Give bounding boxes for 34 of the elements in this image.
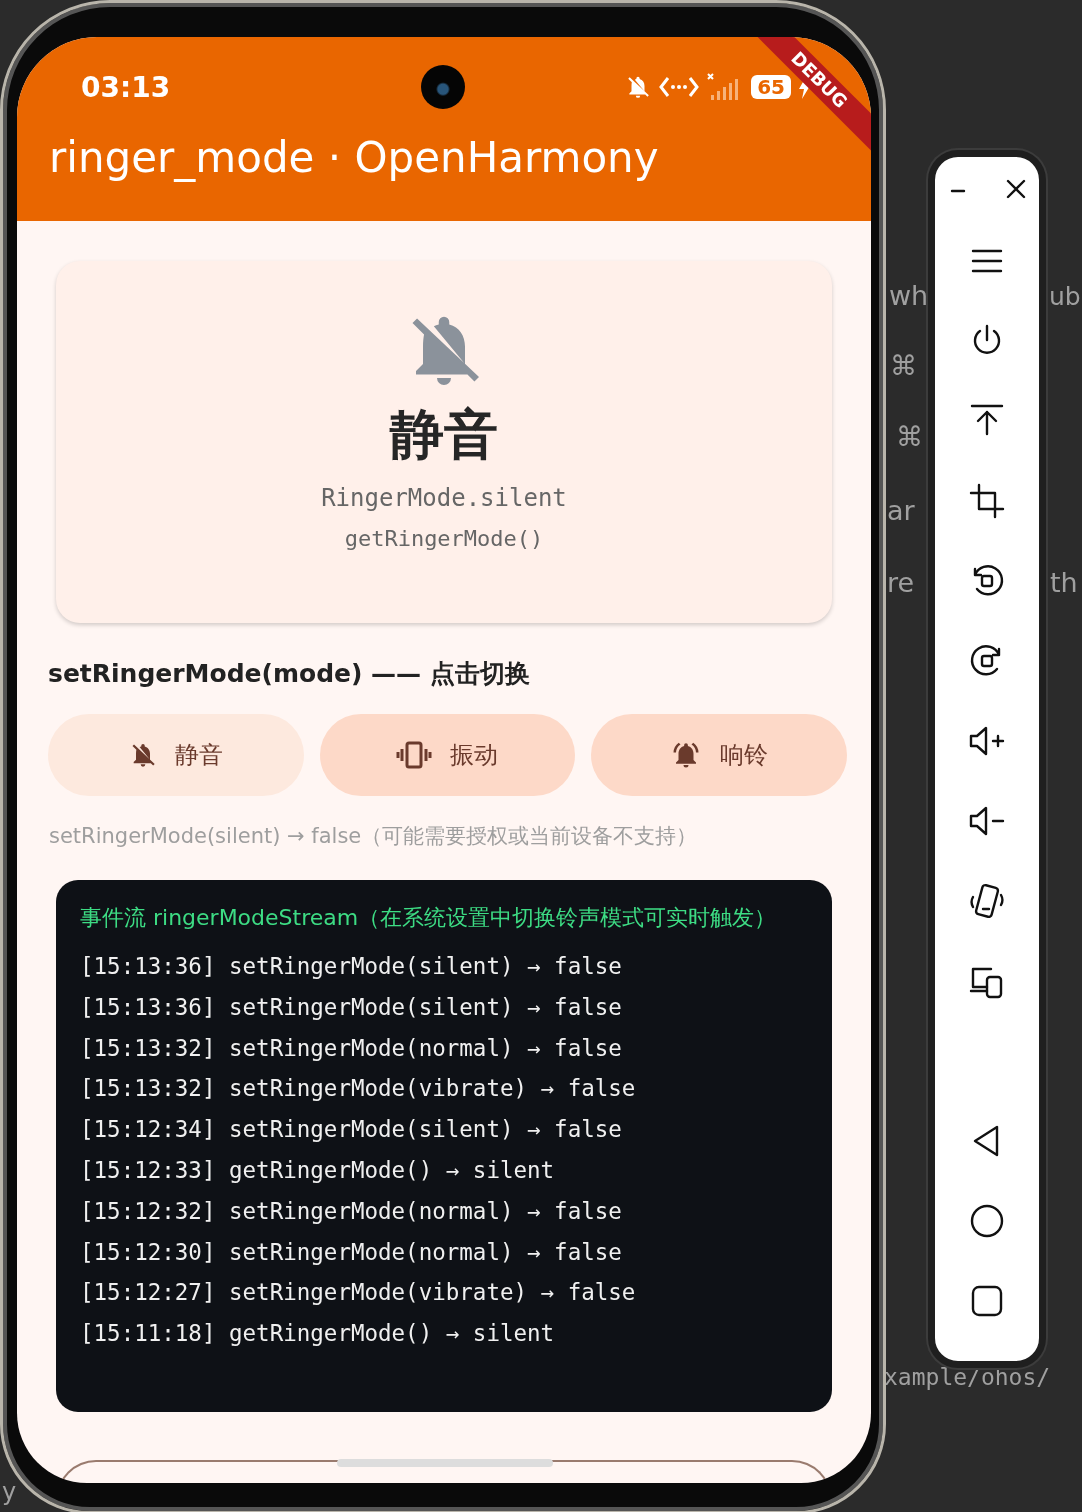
- editor-text: xample/ohos/: [884, 1364, 1051, 1390]
- code-icon: [659, 74, 700, 100]
- log-line: [15:12:34] setRingerMode(silent) → false: [80, 1115, 623, 1145]
- log-line: [15:12:32] setRingerMode(normal) → false: [80, 1196, 623, 1226]
- vibrate-icon: [396, 741, 433, 769]
- bell-muted-icon: [625, 74, 652, 100]
- editor-text: th: [1050, 567, 1078, 598]
- app-title: ringer_mode · OpenHarmony: [48, 132, 660, 182]
- editor-text: y: [2, 1478, 17, 1506]
- editor-text: ⌘: [890, 350, 917, 381]
- mode-source: getRingerMode(): [344, 526, 544, 551]
- battery-level: 65: [751, 75, 791, 99]
- editor-text: wh: [889, 280, 929, 311]
- log-line: [15:13:36] setRingerMode(silent) → false: [80, 952, 623, 981]
- result-note: setRingerMode(silent) → false（可能需要授权或当前设备不支持）: [49, 823, 699, 850]
- log-line: [15:13:36] setRingerMode(silent) → false: [80, 992, 623, 1022]
- log-title: 事件流 ringerModeStream（在系统设置中切换铃声模式可实时触发）: [80, 904, 778, 932]
- log-line: [15:12:33] getRingerMode() → silent: [80, 1156, 556, 1185]
- mode-button[interactable]: 振动: [319, 714, 576, 796]
- mode-button[interactable]: 响铃: [591, 714, 847, 796]
- log-line: [15:11:18] getRingerMode() → silent: [80, 1319, 556, 1349]
- log-line: [15:12:27] setRingerMode(vibrate) → false: [80, 1278, 637, 1308]
- section-title: setRingerMode(mode) —— 点击切换: [48, 658, 531, 690]
- log-line: [15:12:30] setRingerMode(normal) → false: [80, 1237, 623, 1267]
- status-time: 03:13: [81, 70, 171, 104]
- mode-button[interactable]: 静音: [48, 714, 304, 796]
- mode-label: 静音: [390, 402, 498, 468]
- log-line: [15:13:32] setRingerMode(vibrate) → false: [80, 1074, 637, 1104]
- log-line: [15:13:32] setRingerMode(normal) → false: [80, 1033, 623, 1063]
- editor-text: re: [887, 567, 915, 598]
- editor-text: ar: [887, 495, 915, 526]
- mode-enum: RingerMode.silent: [321, 484, 567, 512]
- editor-text: ub: [1049, 282, 1081, 311]
- editor-text: ⌘: [896, 421, 923, 452]
